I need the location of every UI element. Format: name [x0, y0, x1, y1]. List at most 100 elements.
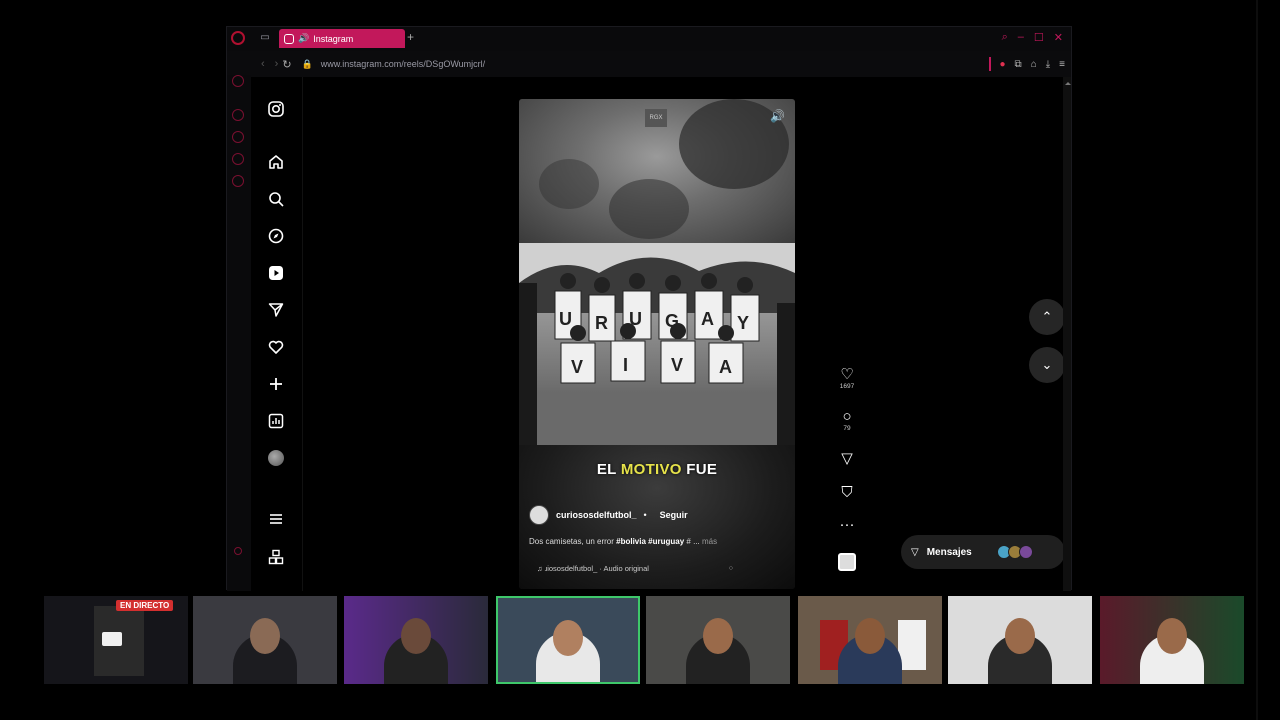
previous-reel-button[interactable]: ⌃	[1029, 299, 1065, 335]
reel-description[interactable]: Dos camisetas, un error #bolivia #urugua…	[529, 537, 717, 546]
hashtag-bolivia[interactable]: #bolivia	[616, 537, 646, 546]
audio-more-icon[interactable]: ○	[729, 565, 733, 572]
notifications-icon[interactable]	[266, 337, 286, 357]
video-call-strip: EN DIRECTO	[44, 596, 1256, 684]
avatar	[1018, 545, 1033, 559]
tab-instagram[interactable]: 🔊 Instagram	[279, 29, 405, 48]
comment-count: 79	[843, 425, 851, 432]
account-icon[interactable]: ⌂	[1031, 59, 1037, 70]
reload-icon[interactable]: ↻	[282, 58, 291, 71]
more-menu-icon[interactable]	[266, 509, 286, 529]
caption-part-1: EL	[596, 461, 621, 478]
separator: •	[643, 510, 647, 520]
more-dots-icon[interactable]: ···	[837, 517, 857, 533]
svg-text:G: G	[665, 311, 679, 331]
close-icon[interactable]: ✕	[1054, 31, 1063, 44]
svg-text:A: A	[719, 357, 732, 377]
accent-divider	[988, 57, 991, 71]
participant-tile[interactable]: EN DIRECTO	[44, 596, 188, 684]
back-icon[interactable]: ‹	[261, 58, 265, 70]
svg-text:I: I	[623, 355, 628, 375]
save-action[interactable]: ⛉	[837, 485, 857, 501]
description-suffix: # ...	[684, 537, 700, 546]
caption-part-3: FUE	[681, 461, 718, 478]
like-action[interactable]: ♡ 1697	[837, 367, 857, 391]
participant-tile[interactable]	[948, 596, 1092, 684]
hashtag-uruguay[interactable]: #uruguay	[648, 537, 684, 546]
download-icon[interactable]: ⤓	[1046, 59, 1050, 70]
reel-video[interactable]: U R U G A Y V I V A RGX 🔊 EL MOTIVO FUE curioso…	[519, 99, 795, 589]
instagram-page: U R U G A Y V I V A RGX 🔊 EL MOTIVO FUE curioso…	[251, 77, 1071, 591]
explore-icon[interactable]	[266, 226, 286, 246]
share-icon[interactable]: ▽	[837, 451, 857, 467]
messages-label: Mensajes	[926, 546, 972, 558]
more-options-action[interactable]: ···	[837, 517, 857, 533]
create-icon[interactable]	[266, 374, 286, 394]
messages-icon: ▽	[911, 546, 919, 558]
instagram-logo-icon[interactable]	[266, 99, 286, 119]
search-icon[interactable]	[266, 189, 286, 209]
reels-icon[interactable]	[266, 263, 286, 283]
heart-icon[interactable]: ♡	[837, 367, 857, 383]
new-tab-button[interactable]: +	[407, 30, 414, 44]
participant-tile[interactable]	[798, 596, 942, 684]
forward-icon[interactable]: ›	[275, 58, 279, 70]
opera-logo-icon[interactable]	[231, 31, 245, 45]
scrollbar[interactable]	[1063, 77, 1071, 591]
tab-islands-icon[interactable]: ▭	[259, 32, 271, 44]
video-caption: EL MOTIVO FUE	[519, 461, 795, 478]
sidebar-more-icon[interactable]	[234, 547, 242, 555]
adblock-icon[interactable]: ●	[1000, 59, 1006, 70]
dashboard-icon[interactable]	[266, 411, 286, 431]
author-avatar[interactable]	[529, 505, 549, 525]
tab-title: Instagram	[313, 33, 354, 44]
more-link[interactable]: más	[702, 537, 717, 546]
description-text: Dos camisetas, un error	[529, 537, 617, 546]
participant-tile[interactable]	[1100, 596, 1244, 684]
participant-tile[interactable]	[344, 596, 488, 684]
live-badge: EN DIRECTO	[116, 600, 174, 611]
toolbar-icons: ● ⧉ ⌂ ⤓ ≡	[988, 57, 1065, 71]
speaker-icon[interactable]: 🔊	[298, 33, 309, 44]
svg-text:R: R	[595, 313, 608, 333]
lock-icon[interactable]: 🔒	[302, 59, 313, 70]
author-name[interactable]: curiososdelfutbol_	[556, 510, 637, 520]
url-field[interactable]: www.instagram.com/reels/DSgOWumjcrl/	[321, 59, 485, 69]
address-bar: ‹ › ↻ 🔒 www.instagram.com/reels/DSgOWumj…	[251, 53, 1071, 75]
messenger-icon[interactable]	[232, 109, 244, 121]
profile-avatar[interactable]	[266, 448, 286, 468]
audio-link[interactable]: ♫ ɹiososdelfutbol_ · Audio original	[537, 564, 649, 573]
watermark-badge: RGX	[645, 109, 667, 127]
comment-action[interactable]: ○ 79	[837, 409, 857, 433]
participant-tile[interactable]	[646, 596, 790, 684]
like-count: 1697	[839, 383, 855, 390]
maximize-icon[interactable]: ☐	[1034, 31, 1044, 44]
home-icon[interactable]	[266, 152, 286, 172]
comment-icon[interactable]: ○	[837, 409, 857, 425]
bookmark-icon[interactable]: ⛉	[837, 485, 857, 501]
message-avatars	[996, 545, 1033, 559]
favorites-icon[interactable]	[232, 131, 244, 143]
messages-icon[interactable]	[266, 300, 286, 320]
participant-tile-active[interactable]	[496, 596, 640, 684]
svg-text:V: V	[671, 355, 683, 375]
history-icon[interactable]	[232, 153, 244, 165]
extensions-icon[interactable]: ⧉	[1015, 59, 1022, 70]
settings-icon[interactable]	[232, 175, 244, 187]
search-icon[interactable]: ⌕	[1002, 31, 1008, 44]
screen-edge	[1256, 0, 1258, 720]
follow-button[interactable]: Seguir	[660, 510, 688, 520]
menu-icon[interactable]: ≡	[1059, 59, 1065, 70]
also-from-meta-icon[interactable]	[266, 547, 286, 567]
window-controls: ⌕ – ☐ ✕	[1002, 31, 1063, 44]
volume-icon[interactable]: 🔊	[770, 109, 785, 123]
messages-button[interactable]: ▽ Mensajes	[901, 535, 1065, 569]
aria-icon[interactable]	[232, 75, 244, 87]
participant-tile[interactable]	[193, 596, 337, 684]
share-action[interactable]: ▽	[837, 451, 857, 467]
minimize-icon[interactable]: –	[1018, 31, 1024, 44]
next-reel-button[interactable]: ⌄	[1029, 347, 1065, 383]
svg-text:Y: Y	[737, 313, 749, 333]
instagram-sidebar	[251, 77, 303, 591]
audio-thumbnail[interactable]	[837, 553, 857, 571]
